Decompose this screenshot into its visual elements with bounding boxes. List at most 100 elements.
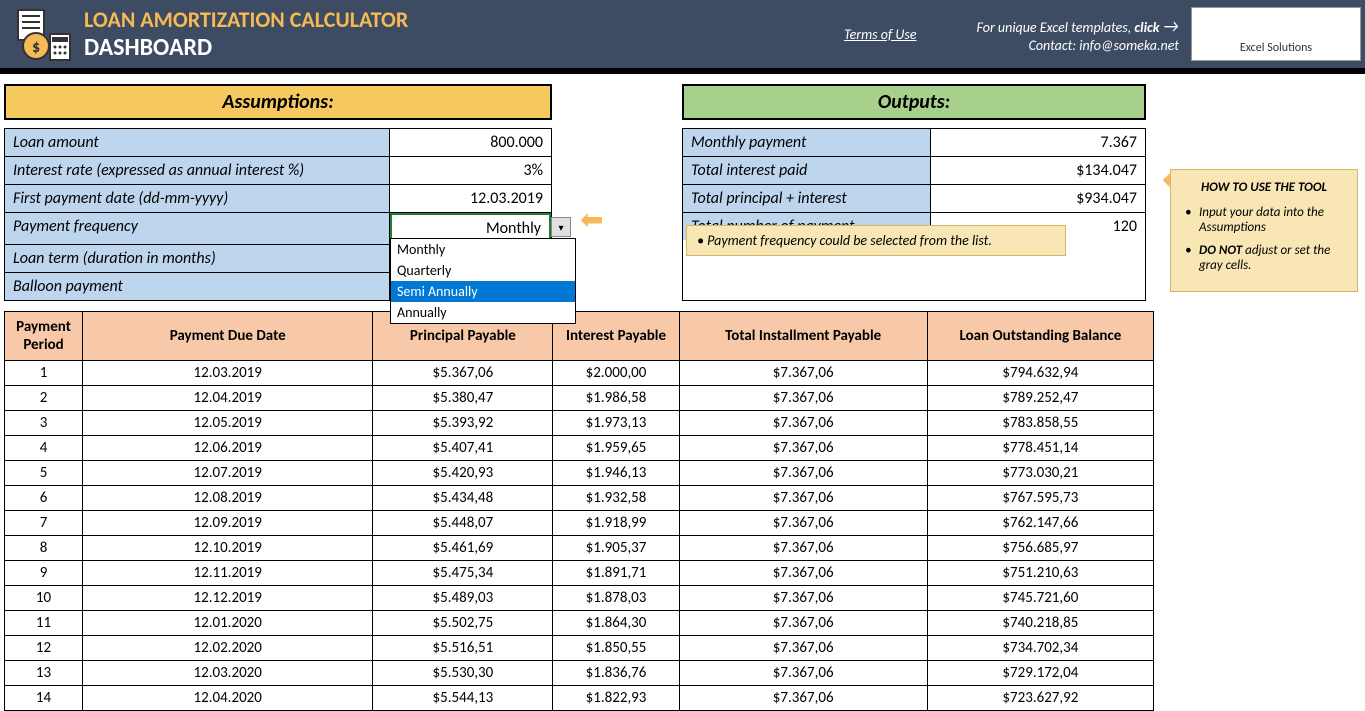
table-cell: $7.367,06 bbox=[679, 386, 927, 411]
table-cell: $756.685,97 bbox=[927, 536, 1153, 561]
table-cell: $734.702,34 bbox=[927, 636, 1153, 661]
table-cell: $1.850,55 bbox=[553, 636, 679, 661]
assumption-label: Payment frequency bbox=[5, 213, 390, 244]
table-cell: $1.946,13 bbox=[553, 461, 679, 486]
assumption-label: Interest rate (expressed as annual inter… bbox=[5, 157, 390, 184]
table-cell: $7.367,06 bbox=[679, 461, 927, 486]
table-row: 1312.03.2020$5.530,30$1.836,76$7.367,06$… bbox=[5, 661, 1154, 686]
table-cell: $5.448,07 bbox=[373, 511, 553, 536]
table-cell: $2.000,00 bbox=[553, 361, 679, 386]
table-cell: $5.380,47 bbox=[373, 386, 553, 411]
table-cell: $1.836,76 bbox=[553, 661, 679, 686]
table-cell: $1.932,58 bbox=[553, 486, 679, 511]
table-cell: 3 bbox=[5, 411, 83, 436]
instruction-item: Input your data into the Assumptions bbox=[1189, 205, 1347, 235]
dropdown-item[interactable]: Annually bbox=[391, 302, 575, 323]
table-cell: 11 bbox=[5, 611, 83, 636]
table-cell: $5.367,06 bbox=[373, 361, 553, 386]
output-value-cell: $134.047 bbox=[931, 157, 1145, 184]
someka-logo[interactable]: someka Excel Solutions bbox=[1191, 7, 1361, 61]
table-cell: 13 bbox=[5, 661, 83, 686]
table-header-cell: Payment Due Date bbox=[83, 312, 373, 361]
table-cell: $1.973,13 bbox=[553, 411, 679, 436]
table-cell: $7.367,06 bbox=[679, 486, 927, 511]
table-row: 1412.04.2020$5.544,13$1.822,93$7.367,06$… bbox=[5, 686, 1154, 711]
terms-link[interactable]: Terms of Use bbox=[844, 26, 917, 43]
table-row: 212.04.2019$5.380,47$1.986,58$7.367,06$7… bbox=[5, 386, 1154, 411]
hint-box: • Payment frequency could be selected fr… bbox=[686, 225, 1066, 256]
output-label: Total principal + interest bbox=[683, 185, 931, 212]
table-cell: $7.367,06 bbox=[679, 586, 927, 611]
outputs-panel: Monthly payment7.367Total interest paid$… bbox=[682, 128, 1146, 301]
table-cell: $7.367,06 bbox=[679, 361, 927, 386]
table-row: 612.08.2019$5.434,48$1.932,58$7.367,06$7… bbox=[5, 486, 1154, 511]
table-cell: 12.05.2019 bbox=[83, 411, 373, 436]
table-cell: $7.367,06 bbox=[679, 436, 927, 461]
table-cell: 12 bbox=[5, 636, 83, 661]
table-cell: $1.905,37 bbox=[553, 536, 679, 561]
table-cell: $762.147,66 bbox=[927, 511, 1153, 536]
table-cell: $7.367,06 bbox=[679, 611, 927, 636]
pointer-arrow-icon: ⬅ bbox=[580, 202, 603, 237]
dropdown-toggle[interactable]: ▾ bbox=[551, 217, 571, 237]
table-cell: 9 bbox=[5, 561, 83, 586]
table-row: 712.09.2019$5.448,07$1.918,99$7.367,06$7… bbox=[5, 511, 1154, 536]
app-title: LOAN AMORTIZATION CALCULATOR bbox=[84, 6, 844, 33]
table-cell: 8 bbox=[5, 536, 83, 561]
table-cell: $5.434,48 bbox=[373, 486, 553, 511]
table-header-cell: Loan Outstanding Balance bbox=[927, 312, 1153, 361]
table-cell: 1 bbox=[5, 361, 83, 386]
table-cell: $5.502,75 bbox=[373, 611, 553, 636]
table-cell: 14 bbox=[5, 686, 83, 711]
assumption-value-cell[interactable]: 12.03.2019 bbox=[390, 185, 551, 212]
table-cell: $773.030,21 bbox=[927, 461, 1153, 486]
table-cell: $5.544,13 bbox=[373, 686, 553, 711]
output-value-cell: $934.047 bbox=[931, 185, 1145, 212]
table-row: 512.07.2019$5.420,93$1.946,13$7.367,06$7… bbox=[5, 461, 1154, 486]
table-cell: 4 bbox=[5, 436, 83, 461]
dropdown-item[interactable]: Semi Annually bbox=[391, 281, 575, 302]
table-cell: $7.367,06 bbox=[679, 511, 927, 536]
table-cell: 12.07.2019 bbox=[83, 461, 373, 486]
assumption-value-cell[interactable]: 800.000 bbox=[390, 129, 551, 156]
dropdown-item[interactable]: Quarterly bbox=[391, 260, 575, 281]
table-row: 1212.02.2020$5.516,51$1.850,55$7.367,06$… bbox=[5, 636, 1154, 661]
table-header-cell: Total Installment Payable bbox=[679, 312, 927, 361]
header-bar: $ LOAN AMORTIZATION CALCULATOR DASHBOARD… bbox=[0, 0, 1365, 74]
table-cell: $7.367,06 bbox=[679, 686, 927, 711]
table-cell: $5.407,41 bbox=[373, 436, 553, 461]
frequency-dropdown[interactable]: MonthlyQuarterlySemi AnnuallyAnnually bbox=[390, 238, 576, 324]
table-cell: 12.04.2020 bbox=[83, 686, 373, 711]
table-cell: $5.461,69 bbox=[373, 536, 553, 561]
table-cell: 12.09.2019 bbox=[83, 511, 373, 536]
table-cell: $5.489,03 bbox=[373, 586, 553, 611]
table-cell: $5.420,93 bbox=[373, 461, 553, 486]
table-cell: $1.918,99 bbox=[553, 511, 679, 536]
table-cell: 2 bbox=[5, 386, 83, 411]
table-cell: $783.858,55 bbox=[927, 411, 1153, 436]
promo-click[interactable]: click bbox=[1134, 19, 1159, 36]
table-cell: 12.06.2019 bbox=[83, 436, 373, 461]
table-row: 912.11.2019$5.475,34$1.891,71$7.367,06$7… bbox=[5, 561, 1154, 586]
table-header-row: Payment PeriodPayment Due DatePrincipal … bbox=[5, 312, 1154, 361]
assumption-label: First payment date (dd-mm-yyyy) bbox=[5, 185, 390, 212]
table-row: 1112.01.2020$5.502,75$1.864,30$7.367,06$… bbox=[5, 611, 1154, 636]
contact-text: Contact: info@someka.net bbox=[977, 37, 1179, 54]
table-cell: $5.530,30 bbox=[373, 661, 553, 686]
output-value-cell: 7.367 bbox=[931, 129, 1145, 156]
instruction-item: DO NOT adjust or set the gray cells. bbox=[1189, 243, 1347, 273]
table-cell: $1.986,58 bbox=[553, 386, 679, 411]
table-cell: $7.367,06 bbox=[679, 661, 927, 686]
table-cell: $1.864,30 bbox=[553, 611, 679, 636]
assumption-label: Loan term (duration in months) bbox=[5, 245, 390, 272]
table-cell: 12.02.2020 bbox=[83, 636, 373, 661]
dropdown-item[interactable]: Monthly bbox=[391, 239, 575, 260]
outputs-header: Outputs: bbox=[682, 84, 1146, 120]
table-cell: $1.891,71 bbox=[553, 561, 679, 586]
table-row: 1012.12.2019$5.489,03$1.878,03$7.367,06$… bbox=[5, 586, 1154, 611]
table-row: 812.10.2019$5.461,69$1.905,37$7.367,06$7… bbox=[5, 536, 1154, 561]
table-cell: $778.451,14 bbox=[927, 436, 1153, 461]
table-cell: $7.367,06 bbox=[679, 536, 927, 561]
table-cell: $7.367,06 bbox=[679, 411, 927, 436]
assumption-value-cell[interactable]: 3% bbox=[390, 157, 551, 184]
